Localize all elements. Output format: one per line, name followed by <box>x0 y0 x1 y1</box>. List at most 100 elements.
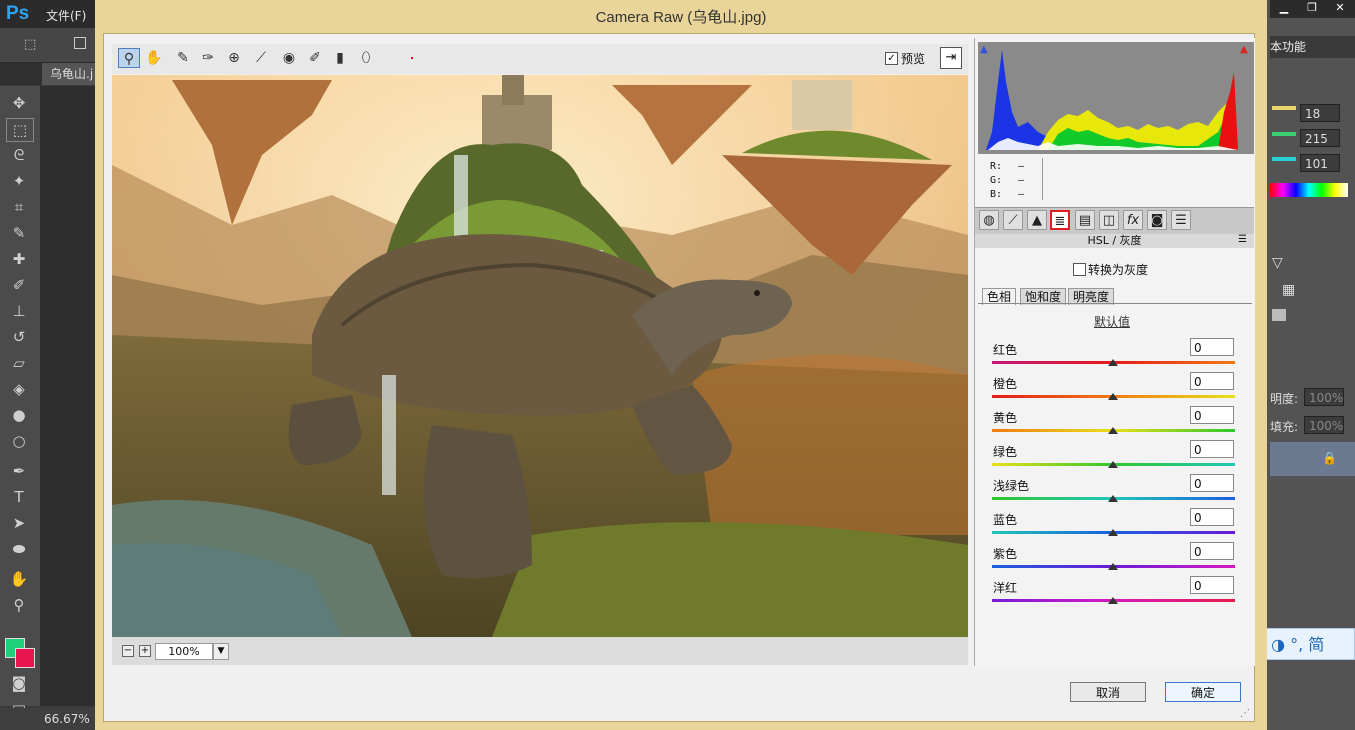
lasso-tool-icon[interactable]: ᘓ <box>6 144 32 166</box>
r-label: R: <box>990 161 1003 172</box>
path-select-tool-icon[interactable]: ➤ <box>6 512 32 534</box>
red-slider-bar <box>1272 106 1296 110</box>
move-tool-icon[interactable]: ✥ <box>6 92 32 114</box>
color-spectrum[interactable] <box>1270 183 1348 197</box>
grid-icon[interactable]: ▦ <box>1282 282 1295 298</box>
color-value-r[interactable]: 18 <box>1300 104 1340 122</box>
adjustment-brush-tool-icon[interactable]: ✐ <box>304 48 326 68</box>
slider-value-red[interactable]: 0 <box>1190 338 1234 356</box>
lock-icon: 🔒 <box>1322 451 1337 465</box>
graduated-filter-tool-icon[interactable]: ▮ <box>329 48 351 68</box>
green-slider-bar <box>1272 132 1296 136</box>
default-link[interactable]: 默认值 <box>1094 313 1130 330</box>
slider-thumb-blue[interactable] <box>1108 529 1118 536</box>
color-value-b[interactable]: 101 <box>1300 154 1340 172</box>
hsl-panel-icon[interactable]: ≣ <box>1050 210 1070 230</box>
readout-divider <box>1042 158 1043 200</box>
zoom-tool-icon[interactable]: ⚲ <box>118 48 140 68</box>
slider-value-aqua[interactable]: 0 <box>1190 474 1234 492</box>
slider-label-aqua: 浅绿色 <box>993 479 1030 493</box>
panel-menu-icon[interactable]: ☰ <box>1238 234 1247 245</box>
healing-brush-tool-icon[interactable]: ✚ <box>6 248 32 270</box>
fill-label: 填充: <box>1270 420 1299 434</box>
resize-grip-icon[interactable]: ⋰ <box>1240 708 1250 719</box>
slider-value-green[interactable]: 0 <box>1190 440 1234 458</box>
slider-thumb-aqua[interactable] <box>1108 495 1118 502</box>
background-color-swatch[interactable] <box>15 648 35 668</box>
new-selection-icon[interactable] <box>74 37 86 49</box>
marquee-option-icon[interactable]: ⬚ <box>24 37 36 52</box>
history-brush-tool-icon[interactable]: ↺ <box>6 326 32 348</box>
restore-icon[interactable]: ❐ <box>1300 0 1324 16</box>
tone-curve-panel-icon[interactable]: ⟋ <box>1003 210 1023 230</box>
slider-value-yellow[interactable]: 0 <box>1190 406 1234 424</box>
hand-tool-icon[interactable]: ✋ <box>143 48 165 68</box>
shape-tool-icon[interactable]: ⬬ <box>6 538 32 560</box>
preview-checkbox[interactable]: ✓ <box>885 52 898 65</box>
slider-thumb-green[interactable] <box>1108 461 1118 468</box>
lens-corrections-panel-icon[interactable]: ◫ <box>1099 210 1119 230</box>
preview-image[interactable] <box>112 75 968 637</box>
white-balance-tool-icon[interactable]: ✎ <box>172 48 194 68</box>
slider-value-purple[interactable]: 0 <box>1190 542 1234 560</box>
cancel-button[interactable]: 取消 <box>1070 682 1146 702</box>
marquee-tool-icon[interactable]: ⬚ <box>6 118 34 142</box>
brush-tool-icon[interactable]: ✐ <box>6 274 32 296</box>
b-value: — <box>1018 189 1025 200</box>
minimize-icon[interactable]: ▁ <box>1272 0 1296 16</box>
spot-removal-tool-icon[interactable]: ◉ <box>278 48 300 68</box>
opacity-field[interactable]: 100% <box>1304 388 1344 406</box>
eraser-tool-icon[interactable]: ▱ <box>6 352 32 374</box>
file-menu[interactable]: 文件(F) <box>46 7 86 24</box>
slider-value-orange[interactable]: 0 <box>1190 372 1234 390</box>
zoom-in-icon[interactable]: + <box>139 645 151 657</box>
slider-thumb-orange[interactable] <box>1108 393 1118 400</box>
eyedropper-tool-icon[interactable]: ✎ <box>6 222 32 244</box>
color-value-g[interactable]: 215 <box>1300 129 1340 147</box>
crop-tool-icon[interactable]: ⌗ <box>6 196 32 218</box>
highlight-clipping-icon[interactable]: ▲ <box>1240 44 1248 55</box>
adjustment-triangle-icon[interactable]: ▽ <box>1272 255 1283 271</box>
hand-tool-icon[interactable]: ✋ <box>6 568 32 590</box>
layer-row[interactable]: 🔒 <box>1270 442 1355 476</box>
zoom-tool-icon[interactable]: ⚲ <box>6 594 32 616</box>
workspace-switcher[interactable]: 本功能 <box>1270 36 1355 58</box>
ok-button[interactable]: 确定 <box>1165 682 1241 702</box>
crop-tool-icon[interactable]: ⟋ <box>250 48 272 68</box>
effects-panel-icon[interactable]: fx <box>1123 210 1143 230</box>
presets-panel-icon[interactable]: ☰ <box>1171 210 1191 230</box>
quick-mask-icon[interactable]: ◙ <box>6 672 32 694</box>
type-tool-icon[interactable]: T <box>6 486 32 508</box>
zoom-level-field[interactable]: 100% <box>155 643 213 660</box>
magic-wand-tool-icon[interactable]: ✦ <box>6 170 32 192</box>
zoom-dropdown-icon[interactable]: ▼ <box>213 643 229 660</box>
blur-tool-icon[interactable]: ● <box>6 404 32 426</box>
slider-thumb-yellow[interactable] <box>1108 427 1118 434</box>
shadow-clipping-icon[interactable]: ▲ <box>980 44 988 55</box>
convert-grayscale-checkbox[interactable] <box>1073 263 1086 276</box>
radial-filter-tool-icon[interactable]: ⬯ <box>355 48 377 68</box>
document-tab[interactable]: 乌龟山.j <box>42 63 95 85</box>
detail-panel-icon[interactable]: ▲ <box>1027 210 1047 230</box>
basic-panel-icon[interactable]: ◍ <box>979 210 999 230</box>
close-icon[interactable]: ✕ <box>1328 0 1352 16</box>
split-toning-panel-icon[interactable]: ▤ <box>1075 210 1095 230</box>
fill-field[interactable]: 100% <box>1304 416 1344 434</box>
slider-value-magenta[interactable]: 0 <box>1190 576 1234 594</box>
zoom-out-icon[interactable]: − <box>122 645 134 657</box>
red-dot-marker <box>411 57 413 59</box>
paint-bucket-tool-icon[interactable]: ◈ <box>6 378 32 400</box>
fullscreen-toggle-icon[interactable]: ⇥ <box>940 47 962 69</box>
layer-mask-icon[interactable] <box>1272 309 1286 321</box>
slider-thumb-red[interactable] <box>1108 359 1118 366</box>
slider-thumb-magenta[interactable] <box>1108 597 1118 604</box>
color-sampler-tool-icon[interactable]: ✑ <box>197 48 219 68</box>
dodge-tool-icon[interactable]: ○ <box>6 430 32 452</box>
targeted-adjustment-tool-icon[interactable]: ⊕ <box>223 48 245 68</box>
slider-label-orange: 橙色 <box>993 377 1018 391</box>
slider-thumb-purple[interactable] <box>1108 563 1118 570</box>
camera-calibration-panel-icon[interactable]: ◙ <box>1147 210 1167 230</box>
stamp-tool-icon[interactable]: ⊥ <box>6 300 32 322</box>
pen-tool-icon[interactable]: ✒ <box>6 460 32 482</box>
slider-value-blue[interactable]: 0 <box>1190 508 1234 526</box>
